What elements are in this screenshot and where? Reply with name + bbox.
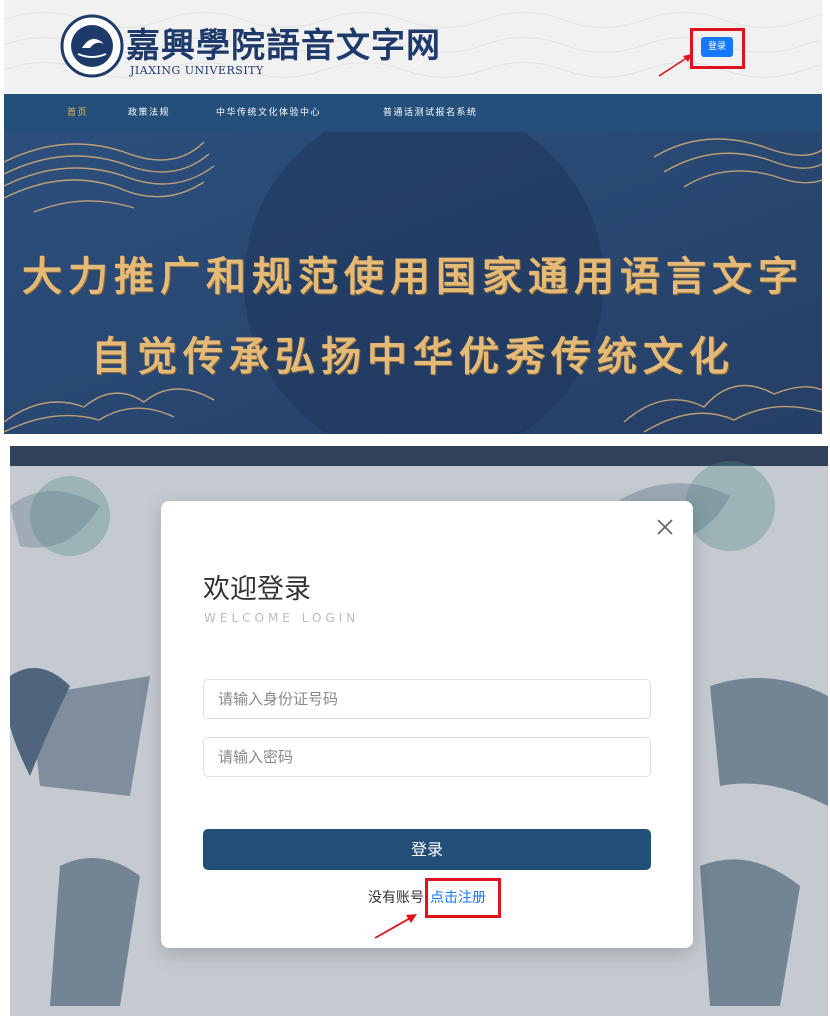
login-submit-button[interactable]: 登录 — [203, 829, 651, 870]
banner-slogan-line1: 大力推广和规范使用国家通用语言文字 — [22, 253, 804, 300]
id-number-input[interactable] — [203, 679, 651, 719]
homepage-screenshot: 嘉興學院語音文字网 JIAXING UNIVERSITY 登录 首页 政策法规 … — [4, 0, 822, 434]
login-button-highlight — [690, 28, 745, 69]
pointer-arrow-icon — [374, 914, 417, 939]
close-icon[interactable] — [655, 517, 675, 537]
university-emblem-icon — [60, 14, 124, 78]
password-input[interactable] — [203, 737, 651, 777]
banner-slogan-line2: 自觉传承弘扬中华优秀传统文化 — [91, 333, 735, 380]
nav-item-putonghua-test[interactable]: 普通话测试报名系统 — [383, 94, 478, 132]
nav-item-policy[interactable]: 政策法规 — [128, 94, 170, 132]
site-header: 嘉興學院語音文字网 JIAXING UNIVERSITY 登录 — [4, 0, 822, 94]
pointer-arrow-icon — [658, 54, 692, 77]
hero-banner: 大力推广和规范使用国家通用语言文字 自觉传承弘扬中华优秀传统文化 — [4, 132, 822, 434]
login-subtitle: WELCOME LOGIN — [204, 611, 360, 625]
main-navigation: 首页 政策法规 中华传统文化体验中心 普通话测试报名系统 — [4, 94, 822, 132]
register-link-highlight — [425, 878, 501, 918]
nav-item-culture-center[interactable]: 中华传统文化体验中心 — [216, 94, 321, 132]
login-modal: 欢迎登录 WELCOME LOGIN 登录 没有账号点击注册 — [161, 501, 693, 948]
nav-item-home[interactable]: 首页 — [67, 94, 88, 132]
logo-title: 嘉興學院語音文字网 — [126, 26, 441, 66]
logo-subtitle: JIAXING UNIVERSITY — [130, 64, 264, 77]
login-title: 欢迎登录 — [203, 574, 311, 605]
login-screenshot: 欢迎登录 WELCOME LOGIN 登录 没有账号点击注册 — [10, 446, 828, 1016]
no-account-text: 没有账号 — [368, 890, 424, 906]
site-logo[interactable]: 嘉興學院語音文字网 JIAXING UNIVERSITY — [60, 14, 460, 84]
